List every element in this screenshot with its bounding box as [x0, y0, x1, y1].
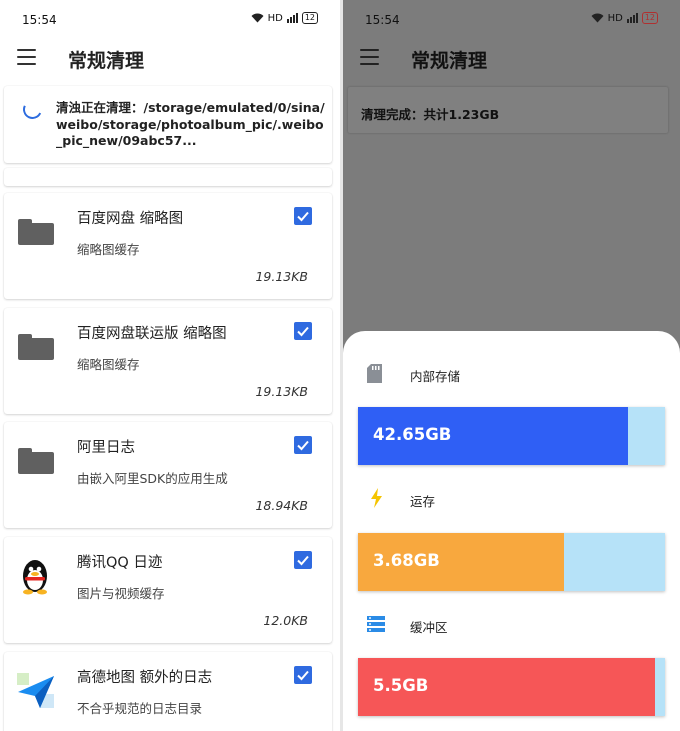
- item-size: 18.94KB: [255, 498, 308, 513]
- menu-icon[interactable]: [17, 49, 36, 65]
- storage-bottom-sheet: 内部存储 42.65GB 运存 3.68GB 缓冲区 5.5GB: [343, 331, 680, 731]
- list-item[interactable]: 高德地图 额外的日志 不合乎规范的日志目录: [4, 652, 332, 731]
- cleaning-result-card: 清理完成：共计1.23GB: [348, 87, 668, 133]
- cleaning-result-label: 清理完成：共计1.23GB: [361, 107, 500, 122]
- usage-value: 42.65GB: [373, 425, 452, 444]
- item-checkbox[interactable]: [294, 436, 312, 454]
- page-title: 常规清理: [68, 50, 145, 72]
- item-size: 12.0KB: [263, 613, 308, 628]
- checkmark-icon: [297, 555, 309, 566]
- loading-spinner-icon: [20, 97, 45, 122]
- status-bar: 15:54 HD 12: [343, 0, 680, 40]
- result-screen: 15:54 HD 12 常规清理 清理完成：共计1.23GB 内部存储 42.6…: [343, 0, 680, 731]
- list-item[interactable]: 百度网盘 缩略图 缩略图缓存 19.13KB: [4, 193, 332, 299]
- item-checkbox[interactable]: [294, 551, 312, 569]
- app-bar: 常规清理: [343, 40, 680, 76]
- item-name: 阿里日志: [77, 440, 135, 456]
- sd-card-icon: [367, 364, 382, 383]
- item-description: 缩略图缓存: [77, 357, 140, 372]
- item-checkbox[interactable]: [294, 666, 312, 684]
- item-description: 不合乎规范的日志目录: [77, 701, 203, 716]
- status-time: 15:54: [22, 13, 57, 27]
- server-stack-icon: [367, 616, 385, 632]
- checkmark-icon: [297, 670, 309, 681]
- item-description: 图片与视频缓存: [77, 586, 165, 601]
- storage-usage-bar: 42.65GB: [358, 407, 665, 465]
- network-type: HD: [607, 12, 623, 24]
- app-bar: 常规清理: [0, 40, 340, 76]
- cleaning-progress-label: 清浊正在清理：/storage/emulated/0/sina/weibo/st…: [56, 100, 325, 148]
- item-name: 腾讯QQ 日迹: [77, 555, 163, 571]
- network-type: HD: [267, 12, 283, 24]
- buffer-usage-bar: 5.5GB: [358, 658, 665, 716]
- page-title: 常规清理: [411, 50, 488, 72]
- signal-icon: [286, 13, 298, 23]
- item-description: 由嵌入阿里SDK的应用生成: [77, 471, 228, 486]
- item-name: 百度网盘 缩略图: [77, 211, 184, 227]
- list-item[interactable]: 阿里日志 由嵌入阿里SDK的应用生成 18.94KB: [4, 422, 332, 528]
- list-item-partial: [4, 168, 332, 186]
- wifi-icon: [591, 13, 604, 23]
- item-size: 19.13KB: [255, 269, 308, 284]
- status-bar: 15:54 HD 12: [0, 0, 340, 40]
- buffer-label: 缓冲区: [410, 620, 448, 635]
- status-time: 15:54: [365, 13, 400, 27]
- lightning-icon: [371, 488, 382, 508]
- item-checkbox[interactable]: [294, 207, 312, 225]
- list-item[interactable]: 腾讯QQ 日迹 图片与视频缓存 12.0KB: [4, 537, 332, 643]
- battery-icon: 12: [641, 12, 658, 24]
- checkmark-icon: [297, 211, 309, 222]
- wifi-icon: [251, 13, 264, 23]
- folder-icon: [18, 219, 54, 245]
- battery-icon: 12: [301, 12, 318, 24]
- cleaning-progress-card: 清浊正在清理：/storage/emulated/0/sina/weibo/st…: [4, 86, 332, 163]
- ram-usage-bar: 3.68GB: [358, 533, 665, 591]
- list-item[interactable]: 百度网盘联运版 缩略图 缩略图缓存 19.13KB: [4, 308, 332, 414]
- cleaning-screen: 15:54 HD 12 常规清理 清浊正在清理：/storage/emulate…: [0, 0, 340, 731]
- ram-label: 运存: [410, 494, 436, 509]
- item-size: 19.13KB: [255, 384, 308, 399]
- item-name: 百度网盘联运版 缩略图: [77, 326, 227, 342]
- item-name: 高德地图 额外的日志: [77, 670, 213, 686]
- folder-icon: [18, 448, 54, 474]
- checkmark-icon: [297, 440, 309, 451]
- checkmark-icon: [297, 326, 309, 337]
- item-checkbox[interactable]: [294, 322, 312, 340]
- amap-icon: [17, 673, 54, 708]
- item-description: 缩略图缓存: [77, 242, 140, 257]
- storage-label: 内部存储: [410, 369, 461, 384]
- signal-icon: [626, 13, 638, 23]
- usage-value: 3.68GB: [373, 551, 440, 570]
- usage-value: 5.5GB: [373, 676, 429, 695]
- menu-icon[interactable]: [360, 49, 379, 65]
- qq-penguin-icon: [23, 560, 47, 595]
- folder-icon: [18, 334, 54, 360]
